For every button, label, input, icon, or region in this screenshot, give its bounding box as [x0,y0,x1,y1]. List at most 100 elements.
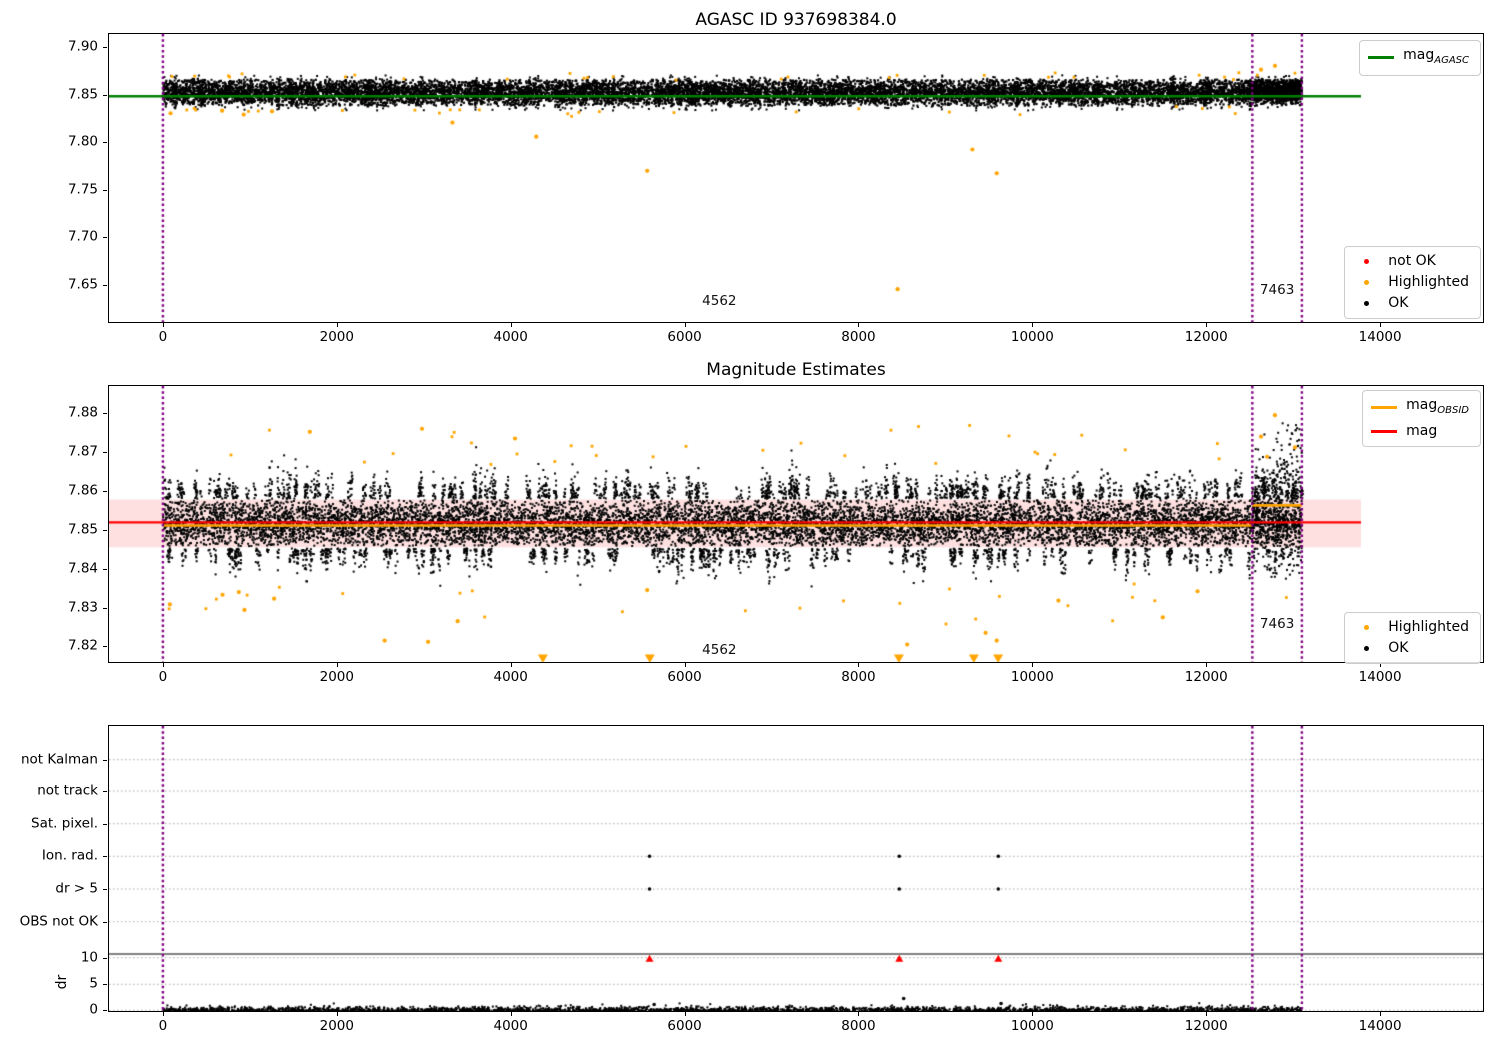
panel-agasc-mag-canvas [109,34,1483,322]
legend-item: mag [1371,422,1469,441]
x-tick-label: 6000 [667,1018,702,1034]
y-tick-mark [103,1010,107,1012]
obsid-label: 4562 [702,641,737,658]
y-tick-mark [103,856,107,858]
y-tick-mark [103,189,107,191]
legend-item: Highlighted [1353,273,1469,292]
panel1-title: AGASC ID 937698384.0 [695,10,897,30]
flag-tick-label: Ion. rad. [41,847,98,864]
y-tick-label: 7.82 [67,637,98,654]
y-tick-mark [103,823,107,825]
legend-dot-swatch [1353,622,1379,634]
x-tick-mark [1206,663,1208,667]
flag-tick-label: Sat. pixel. [31,815,98,832]
x-tick-label: 8000 [841,329,876,345]
x-tick-label: 2000 [319,1018,354,1034]
y-tick-mark [103,984,107,986]
y-tick-label: 7.80 [67,133,98,150]
y-tick-mark [103,47,107,49]
legend-label: Highlighted [1388,619,1469,635]
y-tick-mark [103,889,107,890]
x-tick-mark [336,323,338,327]
x-tick-label: 4000 [493,329,528,345]
y-tick-label: 7.88 [67,404,98,421]
x-tick-mark [1380,323,1382,327]
x-tick-mark [858,1012,860,1016]
legend-box: magOBSID mag [1362,390,1481,447]
x-tick-label: 4000 [493,669,528,685]
legend-dot-swatch [1353,256,1379,268]
x-tick-mark [858,663,860,667]
x-tick-mark [162,323,164,327]
legend-label: Highlighted [1388,274,1469,290]
y-tick-label: 7.85 [67,521,98,538]
x-tick-mark [1206,323,1208,327]
x-tick-label: 8000 [841,669,876,685]
legend-item: magAGASC [1368,46,1469,70]
legend-line-swatch [1371,425,1398,437]
legend-box: not OK Highlighted OK [1344,246,1481,319]
x-tick-mark [336,1012,338,1016]
y-tick-label: 7.65 [67,276,98,293]
legend-label: mag [1406,422,1438,439]
figure: AGASC ID 937698384.0 Magnitude Estimates… [0,0,1500,1050]
panel-agasc-mag: 4562 7463 [108,33,1484,323]
flag-tick-label: 5 [89,975,98,992]
y-tick-label: 7.83 [67,599,98,616]
legend-label: magOBSID [1406,397,1469,416]
panel2-title: Magnitude Estimates [706,360,886,380]
y-tick-label: 7.75 [67,181,98,198]
obsid-label: 4562 [702,293,737,310]
y-tick-label: 7.70 [67,228,98,245]
legend-item: OK [1353,639,1469,658]
legend-label: not OK [1388,253,1436,269]
y-tick-mark [103,607,107,609]
x-tick-mark [510,1012,512,1016]
y-tick-mark [103,284,107,286]
x-tick-label: 0 [158,329,168,345]
x-tick-label: 14000 [1358,669,1402,685]
x-tick-label: 2000 [319,329,354,345]
x-tick-label: 14000 [1358,329,1402,345]
x-tick-label: 8000 [841,1018,876,1034]
x-tick-label: 12000 [1184,1018,1228,1034]
x-tick-label: 6000 [667,669,702,685]
legend-item: not OK [1353,252,1469,271]
y-tick-mark [103,413,107,415]
x-tick-mark [1380,1012,1382,1016]
panel-magnitude-estimates: 4562 7463 [108,385,1484,663]
legend-label: OK [1388,295,1409,311]
x-tick-mark [684,323,686,327]
panel-flags-dr [108,725,1484,1012]
x-tick-label: 10000 [1010,669,1054,685]
y-tick-mark [103,568,107,570]
legend-dot-swatch [1353,298,1379,310]
y-tick-mark [103,759,107,761]
flag-tick-label: OBS not OK [19,913,98,930]
y-tick-mark [103,94,107,96]
x-tick-label: 4000 [493,1018,528,1034]
x-tick-label: 12000 [1184,329,1228,345]
x-tick-label: 0 [158,1018,168,1034]
obsid-label: 7463 [1259,282,1295,299]
x-tick-label: 14000 [1358,1018,1402,1034]
legend-item: OK [1353,294,1469,313]
x-tick-label: 2000 [319,669,354,685]
x-tick-mark [1032,1012,1034,1016]
obsid-label: 7463 [1259,615,1295,632]
y-tick-label: 7.86 [67,482,98,499]
x-tick-mark [162,663,164,667]
y-tick-label: 7.87 [67,443,98,460]
legend-line-swatch [1371,402,1398,414]
x-tick-mark [684,663,686,667]
x-tick-label: 10000 [1010,1018,1054,1034]
x-tick-mark [336,663,338,667]
flag-tick-label: not Kalman [20,751,98,768]
x-tick-label: 0 [158,669,168,685]
legend-dot-swatch [1353,643,1379,655]
legend-line-swatch [1368,52,1395,64]
y-tick-mark [103,646,107,648]
y-tick-mark [103,142,107,144]
legend-item: magOBSID [1371,396,1469,420]
flag-tick-label: dr > 5 [55,880,98,897]
